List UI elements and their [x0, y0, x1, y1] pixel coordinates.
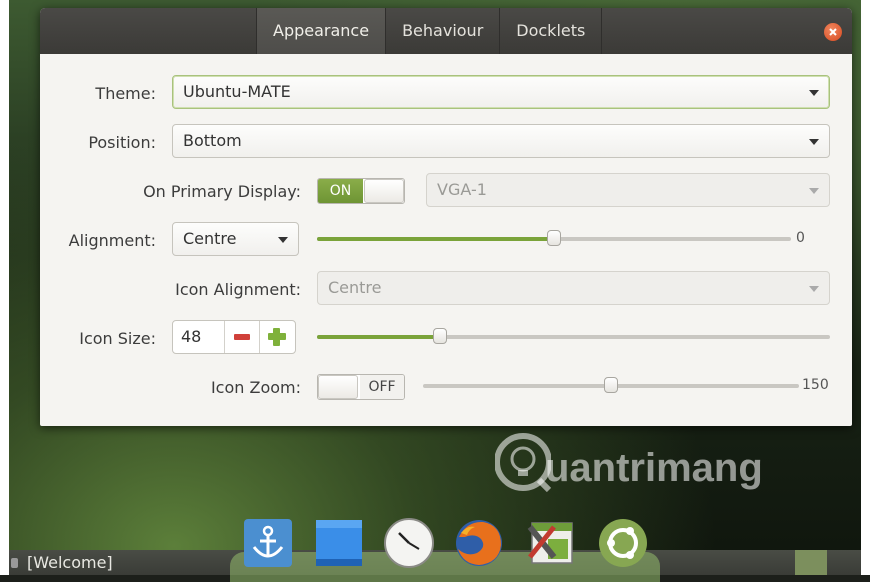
position-value: Bottom [183, 131, 242, 150]
position-label: Position: [88, 133, 156, 152]
window-icon[interactable] [313, 517, 365, 569]
switch-off-text: OFF [360, 375, 404, 399]
icon-zoom-value: 150 [802, 377, 829, 393]
chevron-down-icon [809, 188, 819, 194]
taskbar-window-button[interactable]: [Welcome] [27, 553, 113, 572]
icon-alignment-combo: Centre [317, 271, 830, 305]
workspace-indicator[interactable] [795, 550, 827, 575]
left-border [0, 0, 9, 575]
titlebar: Appearance Behaviour Docklets [40, 8, 852, 54]
chevron-down-icon [278, 237, 288, 243]
close-button[interactable] [824, 23, 842, 41]
decrease-button[interactable] [225, 321, 260, 353]
icon-zoom-slider[interactable] [423, 377, 799, 393]
switch-knob [364, 179, 404, 203]
switch-knob [318, 375, 358, 399]
chevron-down-icon [809, 90, 819, 96]
primary-display-label: On Primary Display: [143, 182, 301, 201]
alignment-label: Alignment: [68, 231, 156, 250]
theme-label: Theme: [95, 84, 156, 103]
monitor-combo: VGA-1 [426, 173, 830, 207]
clock-icon-graphic [384, 518, 434, 568]
minus-icon [234, 334, 250, 340]
theme-combo[interactable]: Ubuntu-MATE [172, 75, 830, 109]
settings-icon-graphic [527, 522, 573, 564]
offset-value: 0 [796, 230, 805, 246]
chevron-down-icon [809, 139, 819, 145]
switch-on-text: ON [318, 179, 363, 203]
alignment-combo[interactable]: Centre [172, 222, 299, 256]
tab-behaviour[interactable]: Behaviour [385, 8, 499, 54]
panel-handle [11, 558, 18, 568]
icon-alignment-label: Icon Alignment: [175, 280, 301, 299]
watermark: uantrimang [495, 432, 795, 502]
anchor-icon-graphic [244, 519, 292, 567]
window-icon-graphic [316, 520, 362, 566]
plus-icon-vertical [273, 328, 280, 346]
tab-docklets[interactable]: Docklets [499, 8, 603, 54]
preferences-dialog: Appearance Behaviour Docklets Theme: Ubu… [40, 8, 852, 426]
primary-display-switch[interactable]: ON [317, 178, 405, 204]
increase-button[interactable] [260, 321, 294, 353]
icon-size-stepper: 48 [172, 320, 296, 354]
ubuntu-mate-icon[interactable] [597, 517, 649, 569]
offset-slider-fill [317, 237, 554, 241]
icon-size-slider-thumb[interactable] [433, 328, 447, 344]
ubuntu-mate-icon-graphic [599, 519, 647, 567]
icon-size-slider[interactable] [317, 328, 830, 344]
monitor-value: VGA-1 [437, 180, 487, 199]
watermark-text: uantrimang [545, 446, 763, 490]
dock-background [230, 552, 660, 582]
icon-size-slider-fill [317, 335, 440, 339]
icon-zoom-switch[interactable]: OFF [317, 374, 405, 400]
theme-value: Ubuntu-MATE [183, 82, 291, 101]
chevron-down-icon [809, 286, 819, 292]
icon-alignment-value: Centre [328, 278, 382, 297]
lightbulb-icon [495, 433, 551, 492]
alignment-value: Centre [183, 229, 237, 248]
settings-icon[interactable] [524, 517, 576, 569]
icon-zoom-slider-thumb[interactable] [604, 377, 618, 393]
close-icon [829, 28, 837, 36]
icon-size-value[interactable]: 48 [173, 321, 225, 353]
firefox-icon[interactable] [453, 517, 505, 569]
tab-bar: Appearance Behaviour Docklets [256, 8, 603, 54]
icon-zoom-label: Icon Zoom: [210, 378, 301, 397]
right-border [861, 0, 870, 575]
offset-slider[interactable] [317, 230, 791, 246]
position-combo[interactable]: Bottom [172, 124, 830, 158]
anchor-icon[interactable] [242, 517, 294, 569]
icon-size-label: Icon Size: [79, 329, 156, 348]
tab-appearance[interactable]: Appearance [256, 8, 386, 54]
firefox-icon-graphic [456, 520, 502, 566]
clock-icon[interactable] [383, 517, 435, 569]
offset-slider-thumb[interactable] [547, 230, 561, 246]
